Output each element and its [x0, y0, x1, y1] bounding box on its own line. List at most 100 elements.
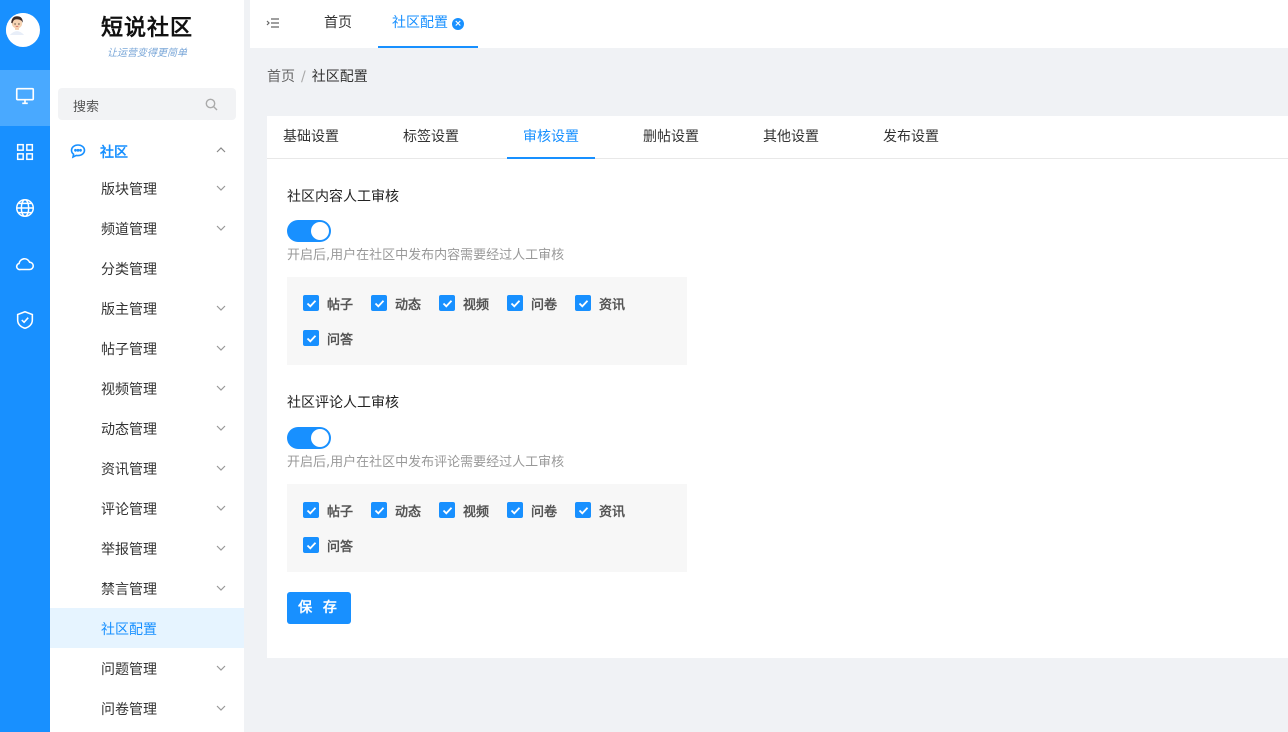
sidebar-item[interactable]: 举报管理 [50, 528, 244, 568]
tab-tag-settings[interactable]: 标签设置 [387, 116, 475, 159]
sidebar-item[interactable]: 版主管理 [50, 288, 244, 328]
content-review-hint: 开启后,用户在社区中发布内容需要经过人工审核 [287, 248, 565, 263]
checkbox-option[interactable]: 资讯 [575, 294, 625, 313]
user-avatar[interactable] [6, 13, 40, 47]
checkbox-check-icon [575, 295, 591, 311]
sidebar-item[interactable]: 帖子管理 [50, 328, 244, 368]
checkbox-option[interactable]: 动态 [371, 501, 421, 520]
checkbox-check-icon [439, 502, 455, 518]
chevron-down-icon [216, 705, 226, 711]
shield-check-icon [14, 309, 36, 335]
sidebar-search[interactable]: 搜索 [58, 88, 236, 120]
sidebar-item[interactable]: 社区配置 [50, 608, 244, 648]
chevron-down-icon [216, 665, 226, 671]
checkbox-option[interactable]: 帖子 [303, 501, 353, 520]
sidebar-item-label: 社区配置 [101, 622, 157, 638]
checkbox-check-icon [303, 537, 319, 553]
content-review-title: 社区内容人工审核 [287, 189, 399, 205]
sidebar-item[interactable]: 视频管理 [50, 368, 244, 408]
settings-card: 基础设置 标签设置 审核设置 删帖设置 其他设置 发布设置 社区内容人工审核 开… [267, 116, 1288, 658]
checkbox-option[interactable]: 问答 [303, 329, 354, 348]
checkbox-label: 视频 [463, 297, 490, 313]
checkbox-option[interactable]: 视频 [439, 501, 490, 520]
sidebar-item[interactable]: 版块管理 [50, 168, 244, 208]
checkbox-option[interactable]: 帖子 [303, 294, 354, 313]
tab-basic-settings[interactable]: 基础设置 [267, 116, 355, 159]
sidebar-item[interactable]: 问卷管理 [50, 688, 244, 728]
tab-other-settings[interactable]: 其他设置 [747, 116, 835, 159]
sidebar-item-label: 问卷管理 [101, 702, 157, 718]
checkbox-label: 动态 [395, 297, 422, 313]
tab-review-settings[interactable]: 审核设置 [507, 116, 595, 159]
brand-title: 短说社区 [100, 16, 193, 41]
rail-monitor[interactable] [0, 70, 50, 126]
checkbox-option[interactable]: 问答 [303, 536, 353, 555]
checkbox-label: 帖子 [327, 297, 354, 313]
chevron-down-icon [216, 225, 226, 231]
chat-icon [70, 144, 86, 159]
checkbox-check-icon [303, 295, 319, 311]
search-placeholder: 搜索 [73, 100, 100, 115]
menu-community[interactable]: 社区 [50, 131, 244, 171]
monitor-icon [14, 85, 36, 111]
checkbox-check-icon [439, 295, 455, 311]
checkbox-option[interactable]: 资讯 [575, 501, 626, 520]
checkbox-option[interactable]: 问卷 [507, 294, 558, 313]
checkbox-check-icon [303, 502, 319, 518]
grid-icon [14, 141, 36, 167]
chevron-down-icon [216, 465, 226, 471]
rail-shield[interactable] [0, 294, 50, 350]
top-tab-bar: 首页 社区配置 × [250, 0, 1288, 48]
breadcrumb-home[interactable]: 首页 [267, 69, 295, 85]
search-icon [205, 98, 218, 111]
checkbox-check-icon [371, 295, 387, 311]
sidebar-item[interactable]: 分类管理 [50, 248, 244, 288]
tab-community-config-label: 社区配置 [392, 15, 448, 31]
breadcrumb-separator: / [301, 69, 306, 85]
checkbox-label: 资讯 [599, 504, 626, 520]
breadcrumb-current: 社区配置 [311, 69, 368, 85]
checkbox-check-icon [303, 330, 319, 346]
sidebar-item[interactable]: 评论管理 [50, 488, 244, 528]
sidebar-item[interactable]: 禁言管理 [50, 568, 244, 608]
checkbox-label: 视频 [463, 504, 490, 520]
sidebar-item-label: 视频管理 [101, 382, 157, 398]
sidebar-item-label: 帖子管理 [101, 342, 157, 358]
checkbox-option[interactable]: 视频 [439, 294, 490, 313]
save-button[interactable]: 保 存 [287, 592, 351, 624]
tab-home-label: 首页 [324, 15, 352, 31]
sidebar-item-label: 版主管理 [101, 302, 157, 318]
sidebar-item[interactable]: 问题管理 [50, 648, 244, 688]
icon-rail [0, 0, 50, 732]
chevron-down-icon [216, 305, 226, 311]
sidebar-item-label: 评论管理 [101, 502, 157, 518]
sidebar-item-label: 资讯管理 [101, 462, 157, 478]
menu-fold-icon[interactable] [266, 16, 280, 30]
comment-review-switch[interactable] [287, 427, 331, 449]
checkbox-label: 问答 [327, 332, 354, 348]
sidebar-item-label: 频道管理 [101, 222, 157, 238]
checkbox-option[interactable]: 动态 [371, 294, 422, 313]
chevron-down-icon [216, 185, 226, 191]
breadcrumb: 首页 / 社区配置 [267, 66, 368, 86]
rail-globe[interactable] [0, 182, 50, 238]
rail-grid[interactable] [0, 126, 50, 182]
tab-delete-settings[interactable]: 删帖设置 [627, 116, 715, 159]
brand-logo[interactable]: 短说社区 让运营变得更简单 [50, 10, 244, 59]
content-review-switch[interactable] [287, 220, 331, 242]
sidebar-item[interactable]: 资讯管理 [50, 448, 244, 488]
comment-review-title: 社区评论人工审核 [287, 395, 399, 411]
checkbox-check-icon [575, 502, 591, 518]
settings-tabs: 基础设置 标签设置 审核设置 删帖设置 其他设置 发布设置 [267, 116, 1288, 159]
sidebar-item[interactable]: 频道管理 [50, 208, 244, 248]
comment-review-options: 帖子 动态 视频 问卷 资讯问答 [287, 484, 687, 572]
tab-home[interactable]: 首页 [324, 0, 352, 48]
tab-publish-settings[interactable]: 发布设置 [867, 116, 955, 159]
rail-cloud[interactable] [0, 238, 50, 294]
sidebar-item[interactable]: 动态管理 [50, 408, 244, 448]
tab-community-config[interactable]: 社区配置 × [378, 0, 478, 48]
checkbox-label: 问卷 [531, 504, 558, 520]
checkbox-option[interactable]: 问卷 [507, 501, 558, 520]
close-icon[interactable]: × [452, 18, 464, 30]
checkbox-label: 问卷 [531, 297, 558, 313]
